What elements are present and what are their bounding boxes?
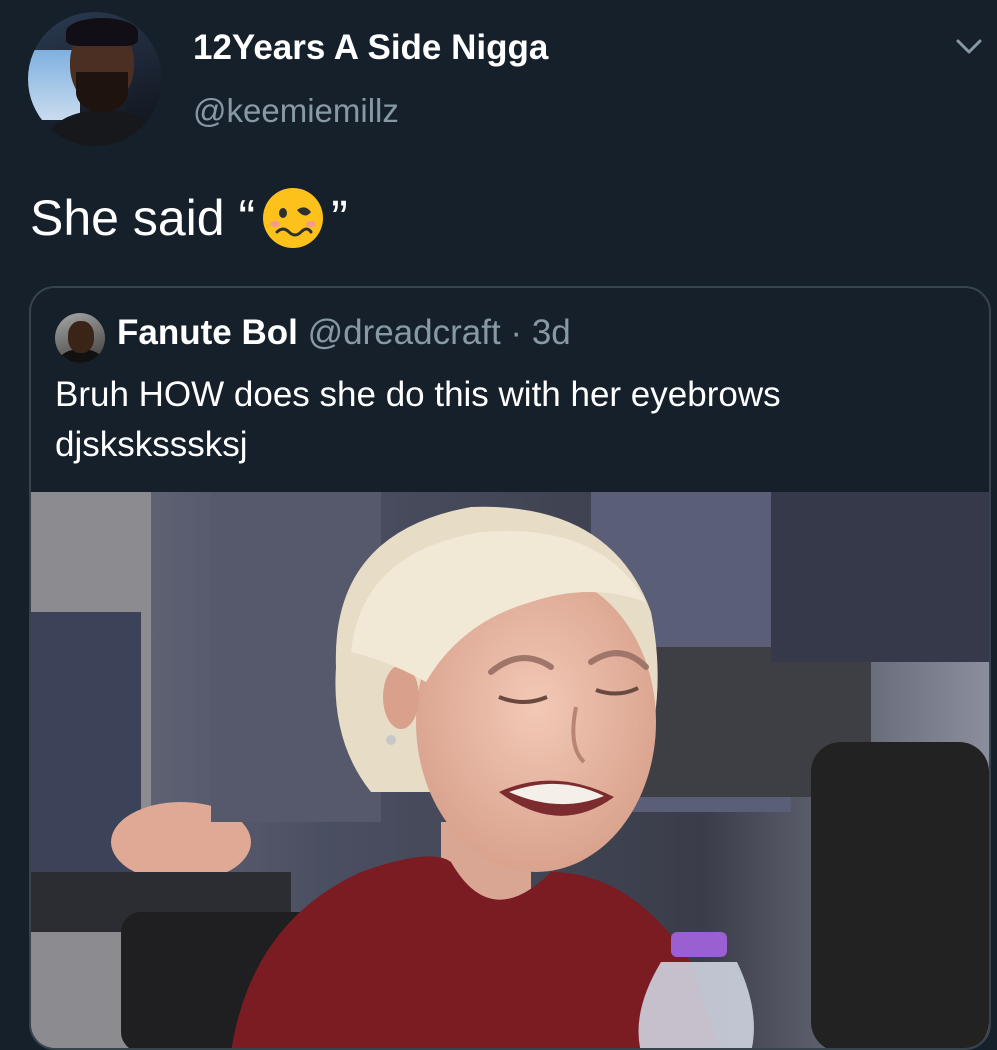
tweet-text-after: ” [331,190,348,246]
quoted-avatar[interactable] [55,313,105,363]
quoted-handle[interactable]: @dreadcraft [308,313,501,352]
author-handle[interactable]: @keemiemillz [193,92,399,130]
quoted-display-name[interactable]: Fanute Bol [117,313,298,352]
quoted-tweet[interactable]: Fanute Bol @dreadcraft · 3d Bruh HOW doe… [29,286,991,1050]
quoted-time[interactable]: 3d [532,313,571,352]
author-display-name[interactable]: 12Years A Side Nigga [193,28,548,68]
woozy-face-emoji [261,186,325,250]
chevron-down-icon[interactable] [954,36,984,58]
quoted-media-photo[interactable] [31,492,989,1048]
tweet-text: She said “ ” [30,186,348,250]
author-avatar[interactable] [28,12,162,146]
tweet-text-before: She said “ [30,190,256,246]
quoted-separator: · [510,313,523,352]
quoted-text: Bruh HOW does she do this with her eyebr… [55,375,781,464]
quoted-header: Fanute Bol @dreadcraft · 3d [117,313,571,353]
